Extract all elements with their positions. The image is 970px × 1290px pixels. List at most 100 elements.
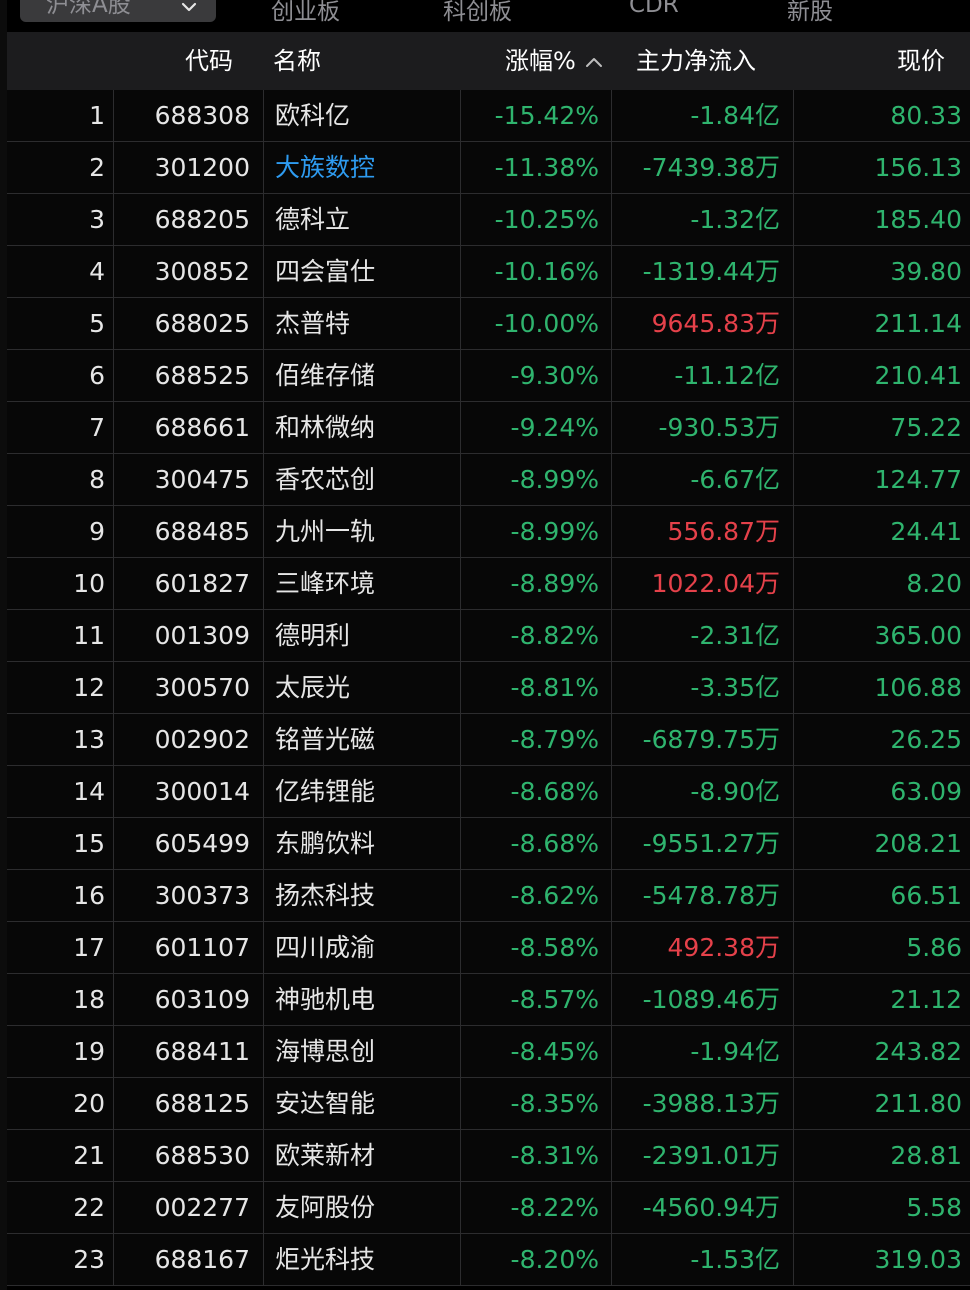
table-row[interactable]: 5 688025 杰普特 -10.00% 9645.83万 211.14: [7, 298, 970, 350]
stock-name: 四会富仕: [275, 257, 376, 286]
stock-code: 688525: [154, 361, 250, 390]
column-divider: [113, 142, 114, 193]
change-percent: -8.79%: [510, 725, 599, 754]
column-divider: [611, 558, 612, 609]
column-divider: [793, 402, 794, 453]
stock-name: 太辰光: [275, 673, 351, 702]
row-index: 19: [73, 1037, 105, 1066]
column-divider: [611, 610, 612, 661]
main-net-inflow: -1.94亿: [690, 1037, 780, 1066]
main-net-inflow: -11.12亿: [674, 361, 780, 390]
change-percent: -8.81%: [510, 673, 599, 702]
table-header: 代码 名称 涨幅% 主力净流入 现价: [7, 32, 970, 90]
column-divider: [460, 1078, 461, 1129]
stock-name: 四川成渝: [275, 933, 376, 962]
tab-cdr[interactable]: CDR: [629, 0, 679, 18]
row-index: 6: [89, 361, 105, 390]
tab-new-stocks[interactable]: 新股: [787, 0, 833, 26]
column-divider: [793, 246, 794, 297]
row-index: 2: [89, 153, 105, 182]
table-row[interactable]: 1 688308 欧科亿 -15.42% -1.84亿 80.33: [7, 90, 970, 142]
table-row[interactable]: 3 688205 德科立 -10.25% -1.32亿 185.40: [7, 194, 970, 246]
table-row[interactable]: 11 001309 德明利 -8.82% -2.31亿 365.00: [7, 610, 970, 662]
table-row[interactable]: 18 603109 神驰机电 -8.57% -1089.46万 21.12: [7, 974, 970, 1026]
stock-code: 002902: [154, 725, 250, 754]
table-row[interactable]: 13 002902 铭普光磁 -8.79% -6879.75万 26.25: [7, 714, 970, 766]
current-price: 243.82: [874, 1037, 962, 1066]
column-divider: [793, 610, 794, 661]
table-row[interactable]: 15 605499 东鹏饮料 -8.68% -9551.27万 208.21: [7, 818, 970, 870]
column-divider: [793, 870, 794, 921]
tab-chinext[interactable]: 创业板: [271, 0, 340, 26]
stock-code: 002277: [154, 1193, 250, 1222]
table-row[interactable]: 9 688485 九州一轨 -8.99% 556.87万 24.41: [7, 506, 970, 558]
table-row[interactable]: 17 601107 四川成渝 -8.58% 492.38万 5.86: [7, 922, 970, 974]
table-row[interactable]: 10 601827 三峰环境 -8.89% 1022.04万 8.20: [7, 558, 970, 610]
main-net-inflow: 492.38万: [667, 933, 780, 962]
stock-code: 300373: [154, 881, 250, 910]
table-row[interactable]: 20 688125 安达智能 -8.35% -3988.13万 211.80: [7, 1078, 970, 1130]
table-row[interactable]: 16 300373 扬杰科技 -8.62% -5478.78万 66.51: [7, 870, 970, 922]
column-divider: [611, 506, 612, 557]
table-row[interactable]: 7 688661 和林微纳 -9.24% -930.53万 75.22: [7, 402, 970, 454]
stock-code: 688661: [154, 413, 250, 442]
tab-star-market[interactable]: 科创板: [443, 0, 512, 26]
change-percent: -8.20%: [510, 1245, 599, 1274]
column-divider: [793, 1182, 794, 1233]
column-divider: [793, 766, 794, 817]
stock-name: 德明利: [275, 621, 351, 650]
column-divider: [263, 922, 264, 973]
stock-code: 688025: [154, 309, 250, 338]
column-divider: [113, 1026, 114, 1077]
stock-name: 友阿股份: [275, 1193, 376, 1222]
column-divider: [113, 818, 114, 869]
table-row[interactable]: 14 300014 亿纬锂能 -8.68% -8.90亿 63.09: [7, 766, 970, 818]
main-net-inflow: -6879.75万: [642, 725, 780, 754]
stock-code: 688167: [154, 1245, 250, 1274]
main-net-inflow: -1319.44万: [642, 257, 780, 286]
table-row[interactable]: 2 301200 大族数控 -11.38% -7439.38万 156.13: [7, 142, 970, 194]
stock-name: 东鹏饮料: [275, 829, 376, 858]
stock-code: 300852: [154, 257, 250, 286]
table-row[interactable]: 6 688525 佰维存储 -9.30% -11.12亿 210.41: [7, 350, 970, 402]
column-divider: [460, 974, 461, 1025]
stock-code: 688125: [154, 1089, 250, 1118]
column-divider: [460, 194, 461, 245]
table-row[interactable]: 22 002277 友阿股份 -8.22% -4560.94万 5.58: [7, 1182, 970, 1234]
table-row[interactable]: 23 688167 炬光科技 -8.20% -1.53亿 319.03: [7, 1234, 970, 1286]
current-price: 39.80: [890, 257, 962, 286]
table-row[interactable]: 12 300570 太辰光 -8.81% -3.35亿 106.88: [7, 662, 970, 714]
change-percent: -8.62%: [510, 881, 599, 910]
row-index: 12: [73, 673, 105, 702]
change-percent: -8.22%: [510, 1193, 599, 1222]
stock-name: 香农芯创: [275, 465, 376, 494]
table-row[interactable]: 21 688530 欧莱新材 -8.31% -2391.01万 28.81: [7, 1130, 970, 1182]
column-header-main-flow[interactable]: 主力净流入: [636, 32, 756, 90]
column-header-code[interactable]: 代码: [185, 32, 233, 90]
column-divider: [113, 298, 114, 349]
column-header-name[interactable]: 名称: [273, 32, 321, 90]
table-row[interactable]: 19 688411 海博思创 -8.45% -1.94亿 243.82: [7, 1026, 970, 1078]
column-divider: [113, 1078, 114, 1129]
table-row[interactable]: 8 300475 香农芯创 -8.99% -6.67亿 124.77: [7, 454, 970, 506]
table-row[interactable]: 4 300852 四会富仕 -10.16% -1319.44万 39.80: [7, 246, 970, 298]
column-header-change[interactable]: 涨幅%: [505, 32, 603, 90]
market-dropdown[interactable]: 沪深A股: [20, 0, 216, 22]
row-index: 3: [89, 205, 105, 234]
stock-name: 亿纬锂能: [275, 777, 376, 806]
change-percent: -8.89%: [510, 569, 599, 598]
stock-code: 001309: [154, 621, 250, 650]
current-price: 211.14: [874, 309, 962, 338]
change-percent: -8.99%: [510, 465, 599, 494]
current-price: 75.22: [890, 413, 962, 442]
change-percent: -9.24%: [510, 413, 599, 442]
column-header-price[interactable]: 现价: [897, 32, 945, 90]
column-divider: [263, 90, 264, 141]
column-divider: [793, 974, 794, 1025]
main-net-inflow: -2.31亿: [690, 621, 780, 650]
stock-code: 300475: [154, 465, 250, 494]
stock-code: 605499: [154, 829, 250, 858]
main-net-inflow: -3.35亿: [690, 673, 780, 702]
row-index: 4: [89, 257, 105, 286]
stock-name: 安达智能: [275, 1089, 376, 1118]
